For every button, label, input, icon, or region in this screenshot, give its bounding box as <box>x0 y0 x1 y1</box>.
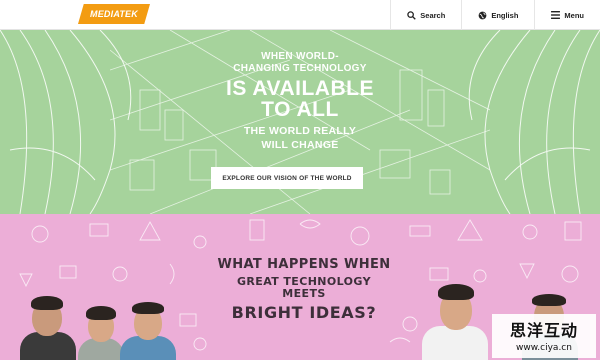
watermark: 思洋互动 www.ciya.cn <box>492 314 596 358</box>
ideas-section: WHAT HAPPENS WHEN GREAT TECHNOLOGY MEETS… <box>0 214 600 360</box>
logo-text: MEDIATEK <box>90 9 138 19</box>
search-label: Search <box>420 10 446 20</box>
language-label: English <box>491 10 519 20</box>
search-button[interactable]: Search <box>390 0 461 30</box>
ideas-line-3: BRIGHT IDEAS? <box>231 303 377 323</box>
top-header: MEDIATEK Search English Menu <box>0 0 600 30</box>
person-photo-3 <box>118 296 178 360</box>
hero-headline: WHEN WORLD- CHANGING TECHNOLOGY IS AVAIL… <box>200 52 400 150</box>
hero-line-6: WILL CHANGE <box>261 138 339 151</box>
search-icon <box>407 10 417 20</box>
mediatek-logo[interactable]: MEDIATEK <box>78 4 150 24</box>
person-photo-1 <box>18 290 78 360</box>
watermark-url: www.ciya.cn <box>516 343 572 353</box>
ideas-line-2: GREAT TECHNOLOGY MEETS <box>237 275 371 301</box>
explore-vision-button[interactable]: EXPLORE OUR VISION OF THE WORLD <box>211 167 363 189</box>
hero-line-2: CHANGING TECHNOLOGY <box>233 63 367 74</box>
language-button[interactable]: English <box>461 0 534 30</box>
person-photo-4 <box>420 276 490 360</box>
ideas-line-1: WHAT HAPPENS WHEN <box>217 257 391 272</box>
top-nav: Search English Menu <box>390 0 600 30</box>
hero-line-1: WHEN WORLD- <box>261 51 339 62</box>
hero-line-4: TO ALL <box>261 98 339 121</box>
hero-line-5: THE WORLD REALLY <box>243 125 357 137</box>
menu-button[interactable]: Menu <box>534 0 600 30</box>
hamburger-icon <box>551 11 561 19</box>
watermark-chinese: 思洋互动 <box>509 321 578 340</box>
hero-banner: WHEN WORLD- CHANGING TECHNOLOGY IS AVAIL… <box>0 30 600 214</box>
ideas-headline: WHAT HAPPENS WHEN GREAT TECHNOLOGY MEETS… <box>214 257 394 323</box>
globe-icon <box>478 11 487 19</box>
menu-label: Menu <box>564 10 584 20</box>
hero-line-3: IS AVAILABLE <box>226 77 374 100</box>
